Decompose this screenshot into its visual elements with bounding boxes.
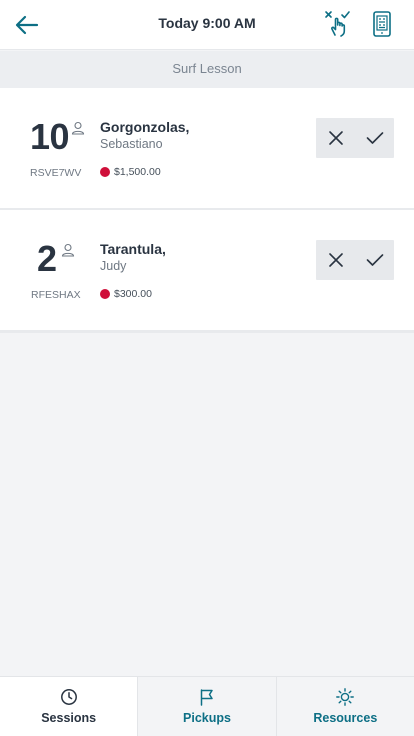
reject-button[interactable] (316, 118, 355, 158)
tab-label: Resources (313, 711, 378, 725)
tap-select-button[interactable] (323, 9, 353, 39)
tab-label: Pickups (183, 711, 231, 725)
guest-count: 2 (37, 238, 57, 279)
guest-count: 10 (30, 116, 70, 157)
person-icon (61, 243, 75, 257)
customer-first-name: Judy (100, 259, 127, 273)
payment-status-dot (100, 289, 110, 299)
barcode-scanner-icon (373, 11, 391, 37)
reject-button[interactable] (316, 240, 355, 280)
amount-text: $1,500.00 (114, 166, 161, 178)
barcode-scanner-button[interactable] (370, 10, 394, 38)
tab-label: Sessions (41, 711, 97, 725)
check-in-button[interactable] (355, 118, 394, 158)
close-icon (328, 253, 343, 267)
flag-icon (197, 687, 217, 707)
payment-amount: $1,500.00 (100, 166, 161, 178)
section-title: Surf Lesson (0, 51, 414, 89)
amount-text: $300.00 (114, 288, 152, 300)
tab-sessions[interactable]: Sessions (0, 677, 138, 736)
bottom-tab-bar: Sessions Pickups Resources (0, 676, 414, 736)
tab-pickups[interactable]: Pickups (137, 677, 275, 736)
customer-first-name: Sebastiano (100, 137, 163, 151)
booking-reference: RSVE7WV (30, 167, 82, 179)
clock-icon (59, 687, 79, 707)
payment-amount: $300.00 (100, 288, 152, 300)
customer-last-name: Tarantula, (100, 241, 166, 257)
booking-actions (316, 240, 394, 280)
booking-reference: RFESHAX (31, 289, 81, 301)
close-icon (328, 131, 343, 145)
tab-resources[interactable]: Resources (275, 677, 414, 736)
booking-card[interactable]: 2 Tarantula, Judy RFESHAX $300.00 (0, 210, 414, 330)
booking-card[interactable]: 10 Gorgonzolas, Sebastiano RSVE7WV $1,50… (0, 88, 414, 208)
payment-status-dot (100, 167, 110, 177)
person-icon (71, 121, 85, 135)
divider (0, 330, 414, 333)
booking-actions (316, 118, 394, 158)
check-in-button[interactable] (355, 240, 394, 280)
checkmark-icon (366, 254, 383, 266)
sun-icon (335, 687, 355, 707)
customer-last-name: Gorgonzolas, (100, 119, 190, 135)
top-app-bar: Today 9:00 AM (0, 0, 414, 50)
tap-select-icon (325, 11, 350, 37)
checkmark-icon (366, 132, 383, 144)
